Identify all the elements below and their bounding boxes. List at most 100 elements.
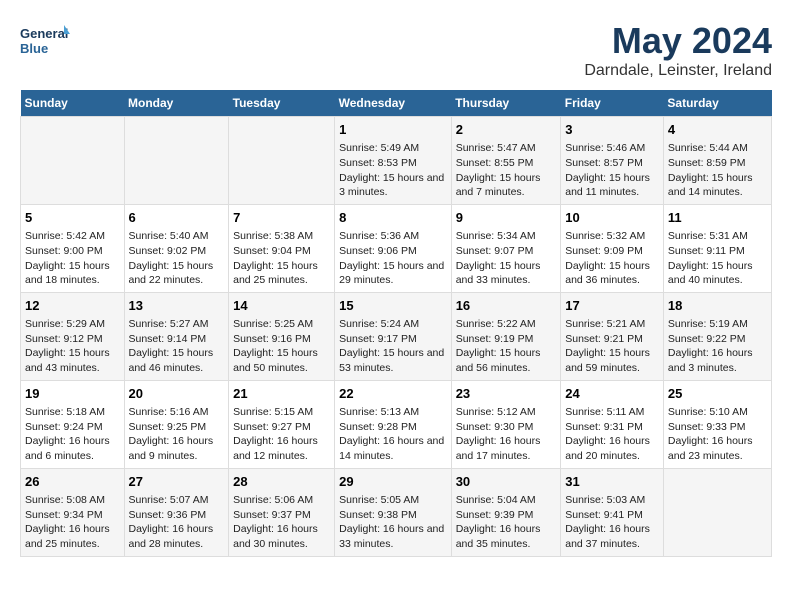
calendar-cell: 3 Sunrise: 5:46 AM Sunset: 8:57 PM Daylig… — [561, 117, 664, 205]
cell-content: Sunrise: 5:16 AM Sunset: 9:25 PM Dayligh… — [129, 405, 225, 464]
calendar-cell: 27 Sunrise: 5:07 AM Sunset: 9:36 PM Dayli… — [124, 468, 229, 556]
day-number: 30 — [456, 473, 557, 491]
cell-content: Sunrise: 5:38 AM Sunset: 9:04 PM Dayligh… — [233, 229, 330, 288]
cell-content: Sunrise: 5:42 AM Sunset: 9:00 PM Dayligh… — [25, 229, 120, 288]
day-number: 26 — [25, 473, 120, 491]
cell-content: Sunrise: 5:12 AM Sunset: 9:30 PM Dayligh… — [456, 405, 557, 464]
day-number: 9 — [456, 209, 557, 227]
calendar-cell: 26Sunrise: 5:08 AM Sunset: 9:34 PM Dayli… — [21, 468, 125, 556]
calendar-cell — [21, 117, 125, 205]
calendar-cell: 23 Sunrise: 5:12 AM Sunset: 9:30 PM Dayli… — [451, 380, 561, 468]
calendar-cell: 1 Sunrise: 5:49 AM Sunset: 8:53 PM Daylig… — [335, 117, 452, 205]
day-number: 14 — [233, 297, 330, 315]
calendar-cell: 19Sunrise: 5:18 AM Sunset: 9:24 PM Dayli… — [21, 380, 125, 468]
cell-content: Sunrise: 5:32 AM Sunset: 9:09 PM Dayligh… — [565, 229, 659, 288]
col-header-saturday: Saturday — [663, 90, 771, 117]
col-header-thursday: Thursday — [451, 90, 561, 117]
day-number: 27 — [129, 473, 225, 491]
cell-content: Sunrise: 5:24 AM Sunset: 9:17 PM Dayligh… — [339, 317, 447, 376]
calendar-cell: 12 Sunrise: 5:29 AM Sunset: 9:12 PM Dayli… — [21, 292, 125, 380]
day-number: 20 — [129, 385, 225, 403]
calendar-cell: 16 Sunrise: 5:22 AM Sunset: 9:19 PM Dayli… — [451, 292, 561, 380]
day-number: 11 — [668, 209, 767, 227]
cell-content: Sunrise: 5:18 AM Sunset: 9:24 PM Dayligh… — [25, 405, 120, 464]
day-number: 18 — [668, 297, 767, 315]
calendar-cell: 28 Sunrise: 5:06 AM Sunset: 9:37 PM Dayli… — [229, 468, 335, 556]
cell-content: Sunrise: 5:06 AM Sunset: 9:37 PM Dayligh… — [233, 493, 330, 552]
day-number: 3 — [565, 121, 659, 139]
day-number: 5 — [25, 209, 120, 227]
cell-content: Sunrise: 5:46 AM Sunset: 8:57 PM Dayligh… — [565, 141, 659, 200]
day-number: 24 — [565, 385, 659, 403]
calendar-cell: 24 Sunrise: 5:11 AM Sunset: 9:31 PM Dayli… — [561, 380, 664, 468]
calendar-cell: 17 Sunrise: 5:21 AM Sunset: 9:21 PM Dayli… — [561, 292, 664, 380]
calendar-cell: 9 Sunrise: 5:34 AM Sunset: 9:07 PM Daylig… — [451, 204, 561, 292]
day-number: 2 — [456, 121, 557, 139]
cell-content: Sunrise: 5:04 AM Sunset: 9:39 PM Dayligh… — [456, 493, 557, 552]
cell-content: Sunrise: 5:15 AM Sunset: 9:27 PM Dayligh… — [233, 405, 330, 464]
calendar-cell — [663, 468, 771, 556]
calendar-table: SundayMondayTuesdayWednesdayThursdayFrid… — [20, 90, 772, 557]
cell-content: Sunrise: 5:40 AM Sunset: 9:02 PM Dayligh… — [129, 229, 225, 288]
day-number: 6 — [129, 209, 225, 227]
col-header-sunday: Sunday — [21, 90, 125, 117]
day-number: 4 — [668, 121, 767, 139]
calendar-cell: 31Sunrise: 5:03 AM Sunset: 9:41 PM Dayli… — [561, 468, 664, 556]
cell-content: Sunrise: 5:22 AM Sunset: 9:19 PM Dayligh… — [456, 317, 557, 376]
week-row-4: 19Sunrise: 5:18 AM Sunset: 9:24 PM Dayli… — [21, 380, 772, 468]
cell-content: Sunrise: 5:27 AM Sunset: 9:14 PM Dayligh… — [129, 317, 225, 376]
days-header-row: SundayMondayTuesdayWednesdayThursdayFrid… — [21, 90, 772, 117]
week-row-2: 5 Sunrise: 5:42 AM Sunset: 9:00 PM Daylig… — [21, 204, 772, 292]
calendar-cell: 6 Sunrise: 5:40 AM Sunset: 9:02 PM Daylig… — [124, 204, 229, 292]
week-row-3: 12 Sunrise: 5:29 AM Sunset: 9:12 PM Dayli… — [21, 292, 772, 380]
logo: General Blue — [20, 20, 70, 65]
day-number: 8 — [339, 209, 447, 227]
cell-content: Sunrise: 5:34 AM Sunset: 9:07 PM Dayligh… — [456, 229, 557, 288]
day-number: 10 — [565, 209, 659, 227]
day-number: 23 — [456, 385, 557, 403]
day-number: 13 — [129, 297, 225, 315]
day-number: 25 — [668, 385, 767, 403]
cell-content: Sunrise: 5:10 AM Sunset: 9:33 PM Dayligh… — [668, 405, 767, 464]
week-row-5: 26Sunrise: 5:08 AM Sunset: 9:34 PM Dayli… — [21, 468, 772, 556]
day-number: 31 — [565, 473, 659, 491]
calendar-cell — [124, 117, 229, 205]
calendar-cell: 8Sunrise: 5:36 AM Sunset: 9:06 PM Daylig… — [335, 204, 452, 292]
cell-content: Sunrise: 5:25 AM Sunset: 9:16 PM Dayligh… — [233, 317, 330, 376]
cell-content: Sunrise: 5:13 AM Sunset: 9:28 PM Dayligh… — [339, 405, 447, 464]
day-number: 12 — [25, 297, 120, 315]
svg-text:Blue: Blue — [20, 41, 48, 56]
calendar-cell: 4 Sunrise: 5:44 AM Sunset: 8:59 PM Daylig… — [663, 117, 771, 205]
day-number: 28 — [233, 473, 330, 491]
calendar-cell: 21 Sunrise: 5:15 AM Sunset: 9:27 PM Dayli… — [229, 380, 335, 468]
day-number: 1 — [339, 121, 447, 139]
svg-text:General: General — [20, 26, 68, 41]
week-row-1: 1 Sunrise: 5:49 AM Sunset: 8:53 PM Daylig… — [21, 117, 772, 205]
day-number: 7 — [233, 209, 330, 227]
cell-content: Sunrise: 5:49 AM Sunset: 8:53 PM Dayligh… — [339, 141, 447, 200]
day-number: 29 — [339, 473, 447, 491]
calendar-cell: 25 Sunrise: 5:10 AM Sunset: 9:33 PM Dayli… — [663, 380, 771, 468]
calendar-cell: 7 Sunrise: 5:38 AM Sunset: 9:04 PM Daylig… — [229, 204, 335, 292]
calendar-cell: 14 Sunrise: 5:25 AM Sunset: 9:16 PM Dayli… — [229, 292, 335, 380]
calendar-cell: 15Sunrise: 5:24 AM Sunset: 9:17 PM Dayli… — [335, 292, 452, 380]
calendar-cell: 11Sunrise: 5:31 AM Sunset: 9:11 PM Dayli… — [663, 204, 771, 292]
cell-content: Sunrise: 5:11 AM Sunset: 9:31 PM Dayligh… — [565, 405, 659, 464]
col-header-tuesday: Tuesday — [229, 90, 335, 117]
col-header-wednesday: Wednesday — [335, 90, 452, 117]
day-number: 17 — [565, 297, 659, 315]
page-header: General Blue May 2024 Darndale, Leinster… — [20, 20, 772, 80]
cell-content: Sunrise: 5:44 AM Sunset: 8:59 PM Dayligh… — [668, 141, 767, 200]
day-number: 21 — [233, 385, 330, 403]
cell-content: Sunrise: 5:21 AM Sunset: 9:21 PM Dayligh… — [565, 317, 659, 376]
col-header-friday: Friday — [561, 90, 664, 117]
month-title: May 2024 — [584, 20, 772, 62]
calendar-cell: 5 Sunrise: 5:42 AM Sunset: 9:00 PM Daylig… — [21, 204, 125, 292]
calendar-cell: 30 Sunrise: 5:04 AM Sunset: 9:39 PM Dayli… — [451, 468, 561, 556]
cell-content: Sunrise: 5:07 AM Sunset: 9:36 PM Dayligh… — [129, 493, 225, 552]
cell-content: Sunrise: 5:29 AM Sunset: 9:12 PM Dayligh… — [25, 317, 120, 376]
logo-svg: General Blue — [20, 20, 70, 65]
day-number: 16 — [456, 297, 557, 315]
calendar-cell: 29Sunrise: 5:05 AM Sunset: 9:38 PM Dayli… — [335, 468, 452, 556]
col-header-monday: Monday — [124, 90, 229, 117]
